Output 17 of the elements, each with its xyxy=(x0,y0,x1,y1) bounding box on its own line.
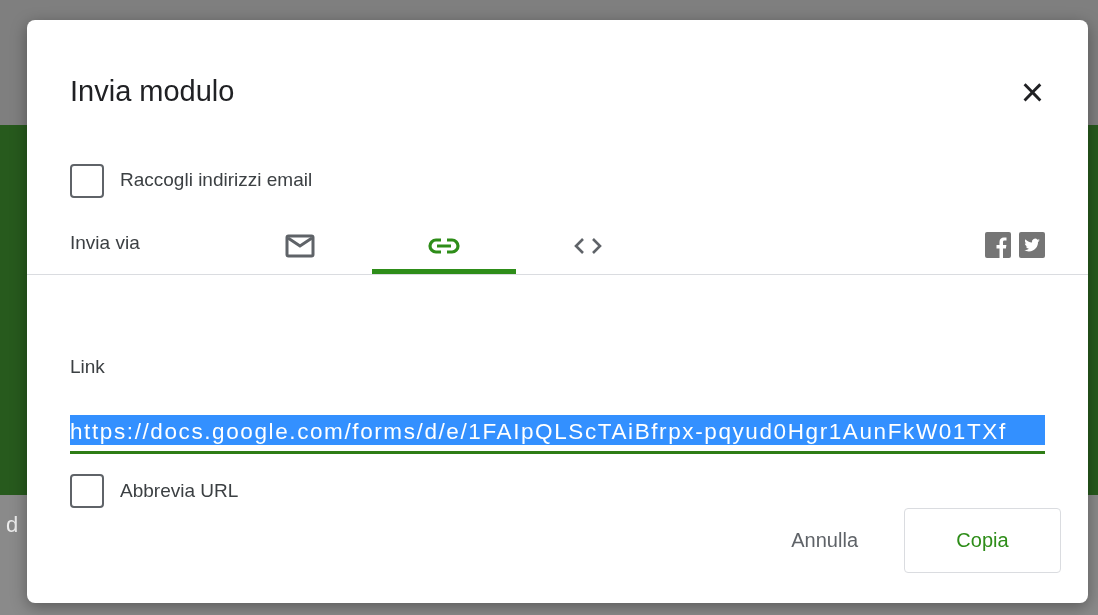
checkbox-label: Abbrevia URL xyxy=(120,478,239,503)
checkbox[interactable] xyxy=(70,163,104,198)
code-icon xyxy=(573,236,603,256)
checkbox[interactable] xyxy=(70,473,104,508)
background-text: d xyxy=(6,511,19,539)
envelope-icon xyxy=(285,234,315,258)
twitter-icon[interactable] xyxy=(1019,231,1045,258)
facebook-icon[interactable] xyxy=(985,231,1011,258)
link-icon xyxy=(428,237,460,255)
copy-button[interactable]: Copia xyxy=(904,507,1061,573)
dialog-title: Invia modulo xyxy=(70,74,235,109)
url-field[interactable]: https://docs.google.com/forms/d/e/1FAIpQLScTAiBfrpx-pqyud0Hgr1AunFkW01TXf xyxy=(70,415,1045,454)
checkbox-label: Raccogli indirizzi email xyxy=(120,168,313,193)
send-via-label: Invia via xyxy=(70,231,141,255)
close-button[interactable]: × xyxy=(1014,71,1050,112)
cancel-button[interactable]: Annulla xyxy=(761,507,888,573)
link-label: Link xyxy=(70,354,106,379)
